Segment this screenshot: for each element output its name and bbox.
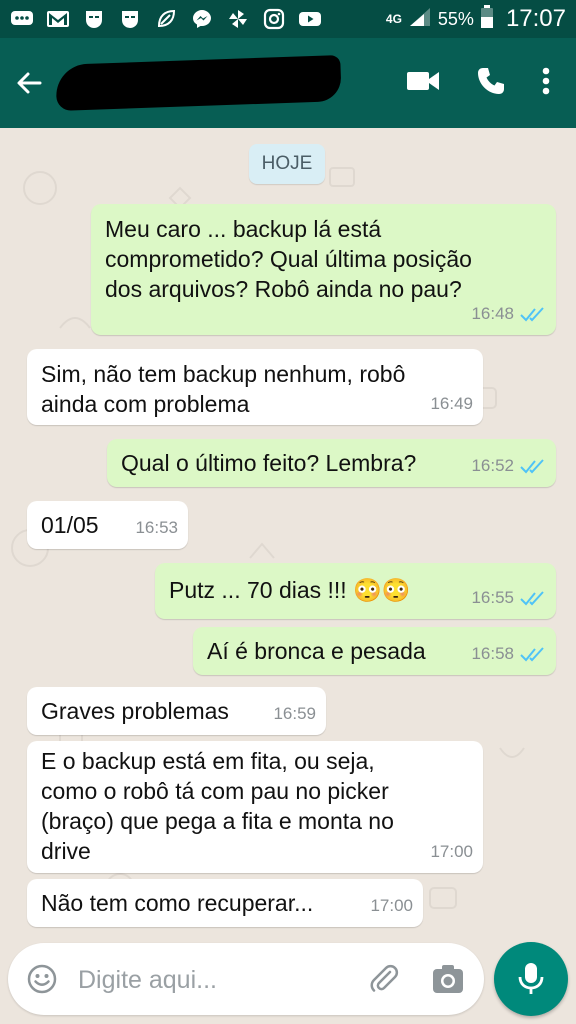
message-meta: 16:58 [471,639,546,669]
message-text: Meu caro ... backup lá está comprometido… [105,216,472,302]
message-input-field[interactable]: Digite aqui... [8,943,484,1015]
message-meta: 16:52 [471,451,546,481]
message-text: Graves problemas [41,698,229,724]
message-placeholder: Digite aqui... [78,966,217,994]
message-meta: 16:53 [135,513,178,543]
message-meta: 16:59 [273,699,316,729]
mask-icon [82,8,106,30]
message-input-bar: Digite aqui... [0,938,576,1024]
message-time: 16:55 [471,588,514,607]
video-call-button[interactable] [406,69,440,98]
message-text: Qual o último feito? Lembra? [121,450,417,476]
leaf-icon [154,8,178,30]
network-type-label: 4G [385,11,402,26]
phone-icon [478,67,504,94]
message-time: 17:00 [430,842,473,861]
back-button[interactable] [4,58,54,108]
outgoing-message[interactable]: Qual o último feito? Lembra? 16:52 [107,439,556,487]
message-time: 17:00 [370,896,413,915]
battery-icon [480,4,494,34]
message-text: Putz ... 70 dias !!! 😳😳 [169,577,411,603]
incoming-message[interactable]: Não tem como recuperar... 17:00 [27,879,423,927]
message-time: 16:58 [471,644,514,663]
app-bar [0,38,576,128]
voice-message-button[interactable] [494,942,568,1016]
more-options-button[interactable] [542,67,550,100]
instagram-icon [262,8,286,30]
mic-icon [518,963,544,994]
youtube-icon [298,8,322,30]
signal-icon [408,6,432,33]
read-receipt-icon [520,307,544,322]
outgoing-message[interactable]: Aí é bronca e pesada 16:58 [193,627,556,675]
more-icon [542,67,550,94]
message-meta: 16:55 [471,583,546,613]
chat-area[interactable]: HOJE Meu caro ... backup lá está comprom… [0,128,576,938]
incoming-message[interactable]: 01/05 16:53 [27,501,188,549]
read-receipt-icon [520,591,544,606]
video-call-icon [407,71,439,90]
message-meta: 16:49 [430,389,473,419]
message-time: 16:53 [135,518,178,537]
message-time: 16:52 [471,456,514,475]
message-text: Aí é bronca e pesada [207,638,426,664]
battery-percentage: 55% [437,8,474,29]
message-meta: 16:48 [471,299,546,329]
status-bar: 4G 55% 17:07 [0,0,576,38]
message-meta: 17:00 [430,837,473,867]
status-clock: 17:07 [505,5,566,32]
gmail-icon [46,8,70,30]
contact-name-redacted[interactable] [55,55,342,111]
pinwheel-icon [226,8,250,30]
incoming-message[interactable]: Sim, não tem backup nenhum, robô ainda c… [27,349,483,425]
date-divider: HOJE [249,144,325,184]
message-text: Sim, não tem backup nenhum, robô ainda c… [41,361,406,417]
message-time: 16:49 [430,394,473,413]
mask-icon-2 [118,8,142,30]
emoji-icon[interactable] [26,963,58,995]
incoming-message[interactable]: E o backup está em fita, ou seja, como o… [27,741,483,873]
message-text: 01/05 [41,512,99,538]
read-receipt-icon [520,647,544,662]
message-time: 16:59 [273,704,316,723]
outgoing-message[interactable]: Putz ... 70 dias !!! 😳😳 16:55 [155,563,556,619]
back-arrow-icon [17,72,42,94]
message-time: 16:48 [471,304,514,323]
paperclip-icon[interactable] [368,963,400,995]
message-text: Não tem como recuperar... [41,890,314,916]
message-meta: 17:00 [370,891,413,921]
messenger-icon [190,8,214,30]
voice-call-button[interactable] [476,66,506,101]
camera-icon[interactable] [431,963,465,995]
outgoing-message[interactable]: Meu caro ... backup lá está comprometido… [91,204,556,335]
message-text: E o backup está em fita, ou seja, como o… [41,748,394,864]
incoming-message[interactable]: Graves problemas 16:59 [27,687,326,735]
chat-bubble-notification-icon [10,8,34,30]
read-receipt-icon [520,459,544,474]
